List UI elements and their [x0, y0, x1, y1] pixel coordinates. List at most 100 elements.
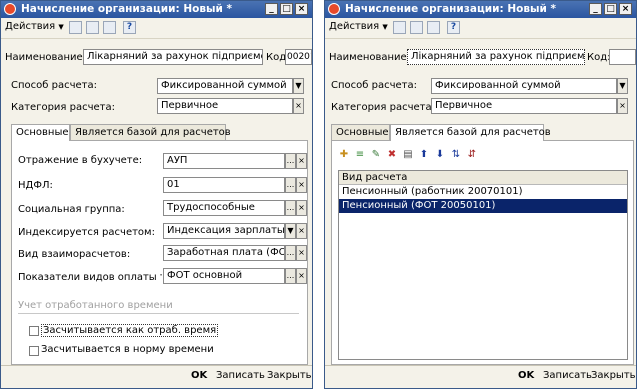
- save-button[interactable]: Записать: [543, 370, 592, 381]
- social-group-label: Социальная группа:: [18, 204, 125, 215]
- pay-indicators-field[interactable]: ФОТ основной: [163, 268, 285, 284]
- close-window-button[interactable]: Закрыть: [591, 370, 636, 381]
- window-title: Начисление организации: Новый *: [345, 3, 556, 15]
- indexed-by-label: Индексируется расчетом:: [18, 227, 155, 238]
- grid-header[interactable]: Вид расчета: [339, 171, 627, 185]
- calc-category-field[interactable]: Первичное: [157, 98, 293, 114]
- maximize-button[interactable]: □: [280, 3, 293, 15]
- counts-in-norm-label[interactable]: Засчитывается в норму времени: [41, 344, 214, 355]
- name-field[interactable]: Лікарняний за рахунок підприємства: [407, 49, 585, 65]
- refresh-icon[interactable]: [103, 21, 116, 34]
- save-icon[interactable]: [410, 21, 423, 34]
- save-icon[interactable]: [86, 21, 99, 34]
- bottom-bar: OK Записать Закрыть: [325, 365, 636, 388]
- counts-in-norm-checkbox[interactable]: [29, 346, 39, 356]
- code-field[interactable]: [609, 49, 636, 65]
- tab-base-for-calcs[interactable]: Является базой для расчетов: [70, 124, 231, 140]
- window-title: Начисление организации: Новый *: [21, 3, 232, 15]
- pay-indicators-label: Показатели видов оплаты тр...: [18, 272, 162, 283]
- name-field[interactable]: Лікарняний за рахунок підприємства: [83, 49, 263, 65]
- sort-asc-icon[interactable]: ⇅: [450, 149, 462, 161]
- dropdown-icon[interactable]: ▼: [617, 78, 628, 94]
- calc-method-label: Способ расчета:: [11, 80, 97, 91]
- ok-button[interactable]: OK: [191, 370, 207, 381]
- calc-category-field[interactable]: Первичное: [431, 98, 617, 114]
- accounting-field[interactable]: АУП: [163, 153, 285, 169]
- tab-main[interactable]: Основные: [331, 124, 390, 140]
- edit-icon[interactable]: ✎: [370, 149, 382, 161]
- select-button[interactable]: ...: [285, 200, 296, 216]
- close-button[interactable]: ×: [619, 3, 632, 15]
- post-document-icon[interactable]: [393, 21, 406, 34]
- ndfl-field[interactable]: 01: [163, 177, 285, 193]
- select-button[interactable]: ...: [285, 177, 296, 193]
- move-up-icon[interactable]: ⬆: [418, 149, 430, 161]
- add-many-icon[interactable]: ≡: [354, 149, 366, 161]
- chevron-down-icon: ▼: [382, 23, 388, 31]
- ndfl-label: НДФЛ:: [18, 180, 53, 191]
- close-window-button[interactable]: Закрыть: [267, 370, 312, 381]
- toolbar: Действия ▼ ?: [325, 18, 636, 39]
- dropdown-icon[interactable]: ▼: [293, 78, 304, 94]
- post-document-icon[interactable]: [69, 21, 82, 34]
- section-title: Учет отработанного времени: [18, 300, 173, 311]
- clear-list-icon[interactable]: ▤: [402, 149, 414, 161]
- settlement-type-field[interactable]: Заработная плата (ФОТ): [163, 245, 285, 261]
- left-window: Начисление организации: Новый * _ □ × Де…: [0, 0, 313, 389]
- table-row[interactable]: Пенсионный (ФОТ 20050101): [339, 199, 627, 213]
- title-bar[interactable]: Начисление организации: Новый * _ □ ×: [1, 1, 312, 18]
- grid-toolbar: ✚ ≡ ✎ ✖ ▤ ⬆ ⬇ ⇅ ⇵: [338, 149, 498, 163]
- social-group-field[interactable]: Трудоспособные: [163, 200, 285, 216]
- refresh-icon[interactable]: [427, 21, 440, 34]
- dropdown-icon[interactable]: ▼: [285, 223, 296, 239]
- counts-as-worked-checkbox[interactable]: [29, 326, 39, 336]
- calc-method-label: Способ расчета:: [331, 80, 417, 91]
- app-icon: [328, 3, 340, 15]
- indexed-by-field[interactable]: Индексация зарплаты: [163, 223, 285, 239]
- add-icon[interactable]: ✚: [338, 149, 350, 161]
- clear-icon[interactable]: ×: [617, 98, 628, 114]
- calc-category-label: Категория расчета:: [331, 102, 435, 113]
- maximize-button[interactable]: □: [604, 3, 617, 15]
- app-icon: [4, 3, 16, 15]
- delete-icon[interactable]: ✖: [386, 149, 398, 161]
- ok-button[interactable]: OK: [518, 370, 534, 381]
- minimize-button[interactable]: _: [265, 3, 278, 15]
- tab-main[interactable]: Основные: [11, 124, 70, 141]
- clear-icon[interactable]: ×: [296, 153, 307, 169]
- select-button[interactable]: ...: [285, 268, 296, 284]
- name-label: Наименование:: [5, 52, 87, 63]
- chevron-down-icon: ▼: [58, 23, 64, 31]
- actions-menu[interactable]: Действия ▼: [5, 21, 64, 32]
- code-field[interactable]: 00201: [285, 49, 312, 65]
- close-button[interactable]: ×: [295, 3, 308, 15]
- clear-icon[interactable]: ×: [293, 98, 304, 114]
- clear-icon[interactable]: ×: [296, 200, 307, 216]
- save-button[interactable]: Записать: [216, 370, 265, 381]
- minimize-button[interactable]: _: [589, 3, 602, 15]
- clear-icon[interactable]: ×: [296, 177, 307, 193]
- actions-label: Действия: [5, 21, 56, 32]
- title-bar[interactable]: Начисление организации: Новый * _ □ ×: [325, 1, 636, 18]
- actions-menu[interactable]: Действия ▼: [329, 21, 388, 32]
- clear-icon[interactable]: ×: [296, 268, 307, 284]
- base-tab-panel: ✚ ≡ ✎ ✖ ▤ ⬆ ⬇ ⇅ ⇵ Вид расчета Пенсионный…: [331, 140, 634, 365]
- select-button[interactable]: ...: [285, 153, 296, 169]
- move-down-icon[interactable]: ⬇: [434, 149, 446, 161]
- bottom-bar: OK Записать Закрыть: [1, 365, 312, 388]
- table-row[interactable]: Пенсионный (работник 20070101): [339, 185, 627, 199]
- sort-desc-icon[interactable]: ⇵: [466, 149, 478, 161]
- help-icon[interactable]: ?: [447, 21, 460, 34]
- accounting-label: Отражение в бухучете:: [18, 155, 143, 166]
- help-icon[interactable]: ?: [123, 21, 136, 34]
- clear-icon[interactable]: ×: [296, 223, 307, 239]
- calc-method-select[interactable]: Фиксированной суммой: [431, 78, 617, 94]
- counts-as-worked-label[interactable]: Засчитывается как отраб. время: [41, 324, 219, 337]
- calc-types-grid[interactable]: Вид расчета Пенсионный (работник 2007010…: [338, 170, 628, 360]
- actions-label: Действия: [329, 21, 380, 32]
- code-label: Код:: [587, 52, 611, 63]
- tab-base-for-calcs[interactable]: Является базой для расчетов: [390, 124, 551, 141]
- calc-method-select[interactable]: Фиксированной суммой: [157, 78, 293, 94]
- select-button[interactable]: ...: [285, 245, 296, 261]
- clear-icon[interactable]: ×: [296, 245, 307, 261]
